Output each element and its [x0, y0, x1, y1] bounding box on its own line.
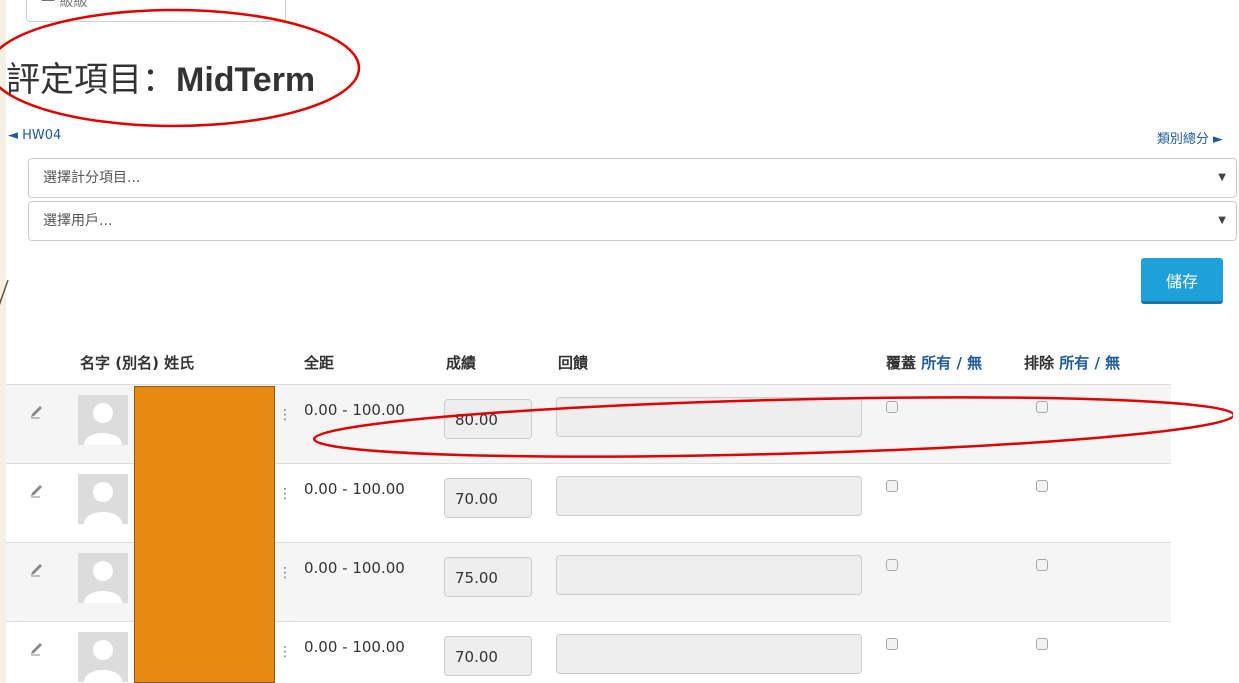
- avatar: [78, 474, 128, 524]
- grader-page: 一 級級 評定項目：MidTerm ◄ HW04 類別總分 ► 選擇計分項目..…: [6, 0, 1239, 683]
- pencil-icon[interactable]: [28, 640, 46, 658]
- avatar: [78, 632, 128, 682]
- table-header: 名字 (別名) 姓氏 全距 成績 回饋 覆蓋 所有 / 無 排除 所有 / 無: [6, 336, 1171, 384]
- grade-input[interactable]: 75.00: [444, 557, 532, 597]
- override-checkbox[interactable]: [886, 480, 898, 492]
- override-checkbox[interactable]: [886, 559, 898, 571]
- feedback-input[interactable]: [556, 476, 862, 516]
- search-field-fragment[interactable]: 一 級級: [26, 0, 286, 22]
- grade-item-select-placeholder: 選擇計分項目...: [43, 170, 141, 186]
- exclude-checkbox[interactable]: [1036, 480, 1048, 492]
- header-feedback: 回饋: [558, 354, 589, 372]
- prev-item-link[interactable]: ◄ HW04: [8, 128, 61, 143]
- grade-range: 0.00 - 100.00: [304, 638, 405, 656]
- feedback-input[interactable]: [556, 555, 862, 595]
- chevron-down-icon: ▼: [1218, 172, 1226, 183]
- grade-input[interactable]: 80.00: [444, 399, 532, 439]
- category-total-link[interactable]: 類別總分 ►: [1157, 128, 1223, 147]
- user-select[interactable]: 選擇用戶... ▼: [28, 201, 1237, 241]
- row-trail-icon: ⋮: [278, 407, 292, 423]
- grade-input[interactable]: 70.00: [444, 636, 532, 676]
- header-name: 名字 (別名) 姓氏: [80, 354, 195, 372]
- redaction-block: [134, 386, 275, 683]
- header-range: 全距: [304, 354, 335, 372]
- exclude-all-none-link[interactable]: 所有 / 無: [1059, 354, 1120, 372]
- row-trail-icon: ⋮: [278, 486, 292, 502]
- avatar: [78, 553, 128, 603]
- pencil-icon[interactable]: [28, 482, 46, 500]
- override-all-none-link[interactable]: 所有 / 無: [921, 354, 982, 372]
- feedback-input[interactable]: [556, 634, 862, 674]
- header-exclude-label: 排除: [1024, 354, 1055, 372]
- pencil-icon[interactable]: [28, 403, 46, 421]
- chevron-down-icon: ▼: [1218, 215, 1226, 226]
- grade-input[interactable]: 70.00: [444, 478, 532, 518]
- override-checkbox[interactable]: [886, 638, 898, 650]
- row-trail-icon: ⋮: [278, 644, 292, 660]
- search-field-fragment-text: 一 級級: [41, 0, 88, 10]
- header-exclude: 排除 所有 / 無: [1024, 352, 1120, 373]
- pencil-icon[interactable]: [28, 561, 46, 579]
- exclude-checkbox[interactable]: [1036, 638, 1048, 650]
- grade-range: 0.00 - 100.00: [304, 559, 405, 577]
- exclude-checkbox[interactable]: [1036, 559, 1048, 571]
- exclude-checkbox[interactable]: [1036, 401, 1048, 413]
- override-checkbox[interactable]: [886, 401, 898, 413]
- avatar: [78, 395, 128, 445]
- row-trail-icon: ⋮: [278, 565, 292, 581]
- grade-range: 0.00 - 100.00: [304, 480, 405, 498]
- feedback-input[interactable]: [556, 397, 862, 437]
- page-title-item: MidTerm: [176, 61, 316, 99]
- grade-range: 0.00 - 100.00: [304, 401, 405, 419]
- header-override: 覆蓋 所有 / 無: [886, 352, 982, 373]
- page-title-prefix: 評定項目：: [6, 60, 176, 100]
- header-grade: 成績: [446, 354, 477, 372]
- header-override-label: 覆蓋: [886, 354, 917, 372]
- user-select-placeholder: 選擇用戶...: [43, 213, 113, 229]
- page-title: 評定項目：MidTerm: [6, 52, 315, 102]
- save-button[interactable]: 儲存: [1141, 258, 1223, 304]
- grade-item-select[interactable]: 選擇計分項目... ▼: [28, 158, 1237, 198]
